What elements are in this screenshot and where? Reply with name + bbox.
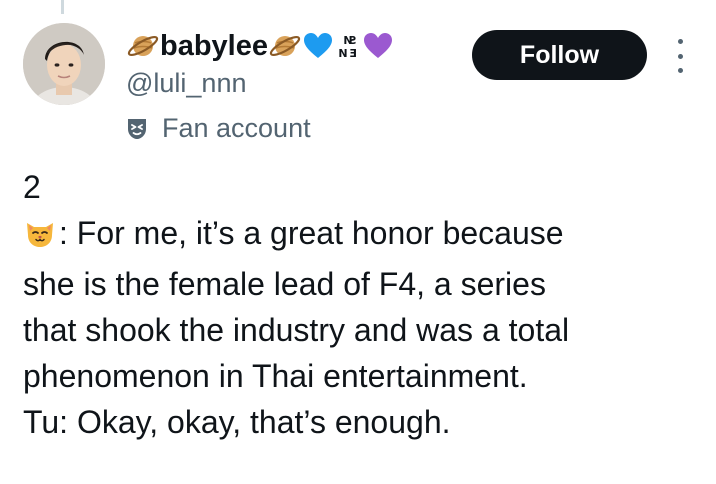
tweet-line: she is the female lead of F4, a series <box>23 266 546 302</box>
display-name: babylee <box>160 29 268 62</box>
user-handle[interactable]: @luli_nnn <box>126 68 394 102</box>
tweet-text: 2 : For me, it’s a great honor because s… <box>23 164 693 445</box>
more-vertical-icon[interactable] <box>670 39 690 73</box>
ringed-planet-emoji <box>126 31 160 61</box>
tweet-line: Tu: Okay, okay, that’s enough. <box>23 404 451 440</box>
ringed-planet-emoji <box>268 31 302 61</box>
nct-logo: N Ƨ N Ǝ <box>334 31 362 61</box>
account-label-row: Fan account <box>126 113 394 144</box>
tweet-line: : For me, it’s a great honor because <box>59 215 564 251</box>
blue-heart-emoji <box>302 31 334 61</box>
follow-button[interactable]: Follow <box>472 30 647 80</box>
user-info: babylee N Ƨ N Ǝ @luli_nnn Fan account <box>126 26 394 144</box>
more-dot <box>677 39 683 44</box>
avatar-image <box>23 23 105 105</box>
avatar[interactable] <box>23 23 105 105</box>
tweet-line: 2 <box>23 169 41 205</box>
tweet-line: that shook the industry and was a total <box>23 312 570 348</box>
svg-text:Ǝ: Ǝ <box>349 47 357 60</box>
cat-face-emoji <box>23 215 57 261</box>
more-dot <box>677 68 683 73</box>
mask-icon <box>126 117 148 141</box>
more-dot <box>677 53 683 59</box>
svg-text:Ƨ: Ƨ <box>349 34 357 47</box>
account-label: Fan account <box>162 113 311 143</box>
tweet-line: phenomenon in Thai entertainment. <box>23 358 528 394</box>
display-name-row[interactable]: babylee N Ƨ N Ǝ <box>126 26 394 66</box>
thread-connector-line <box>61 0 64 14</box>
purple-heart-emoji <box>362 31 394 61</box>
svg-text:N: N <box>338 47 347 60</box>
tweet-line-speaker: : For me, it’s a great honor because <box>23 210 693 261</box>
